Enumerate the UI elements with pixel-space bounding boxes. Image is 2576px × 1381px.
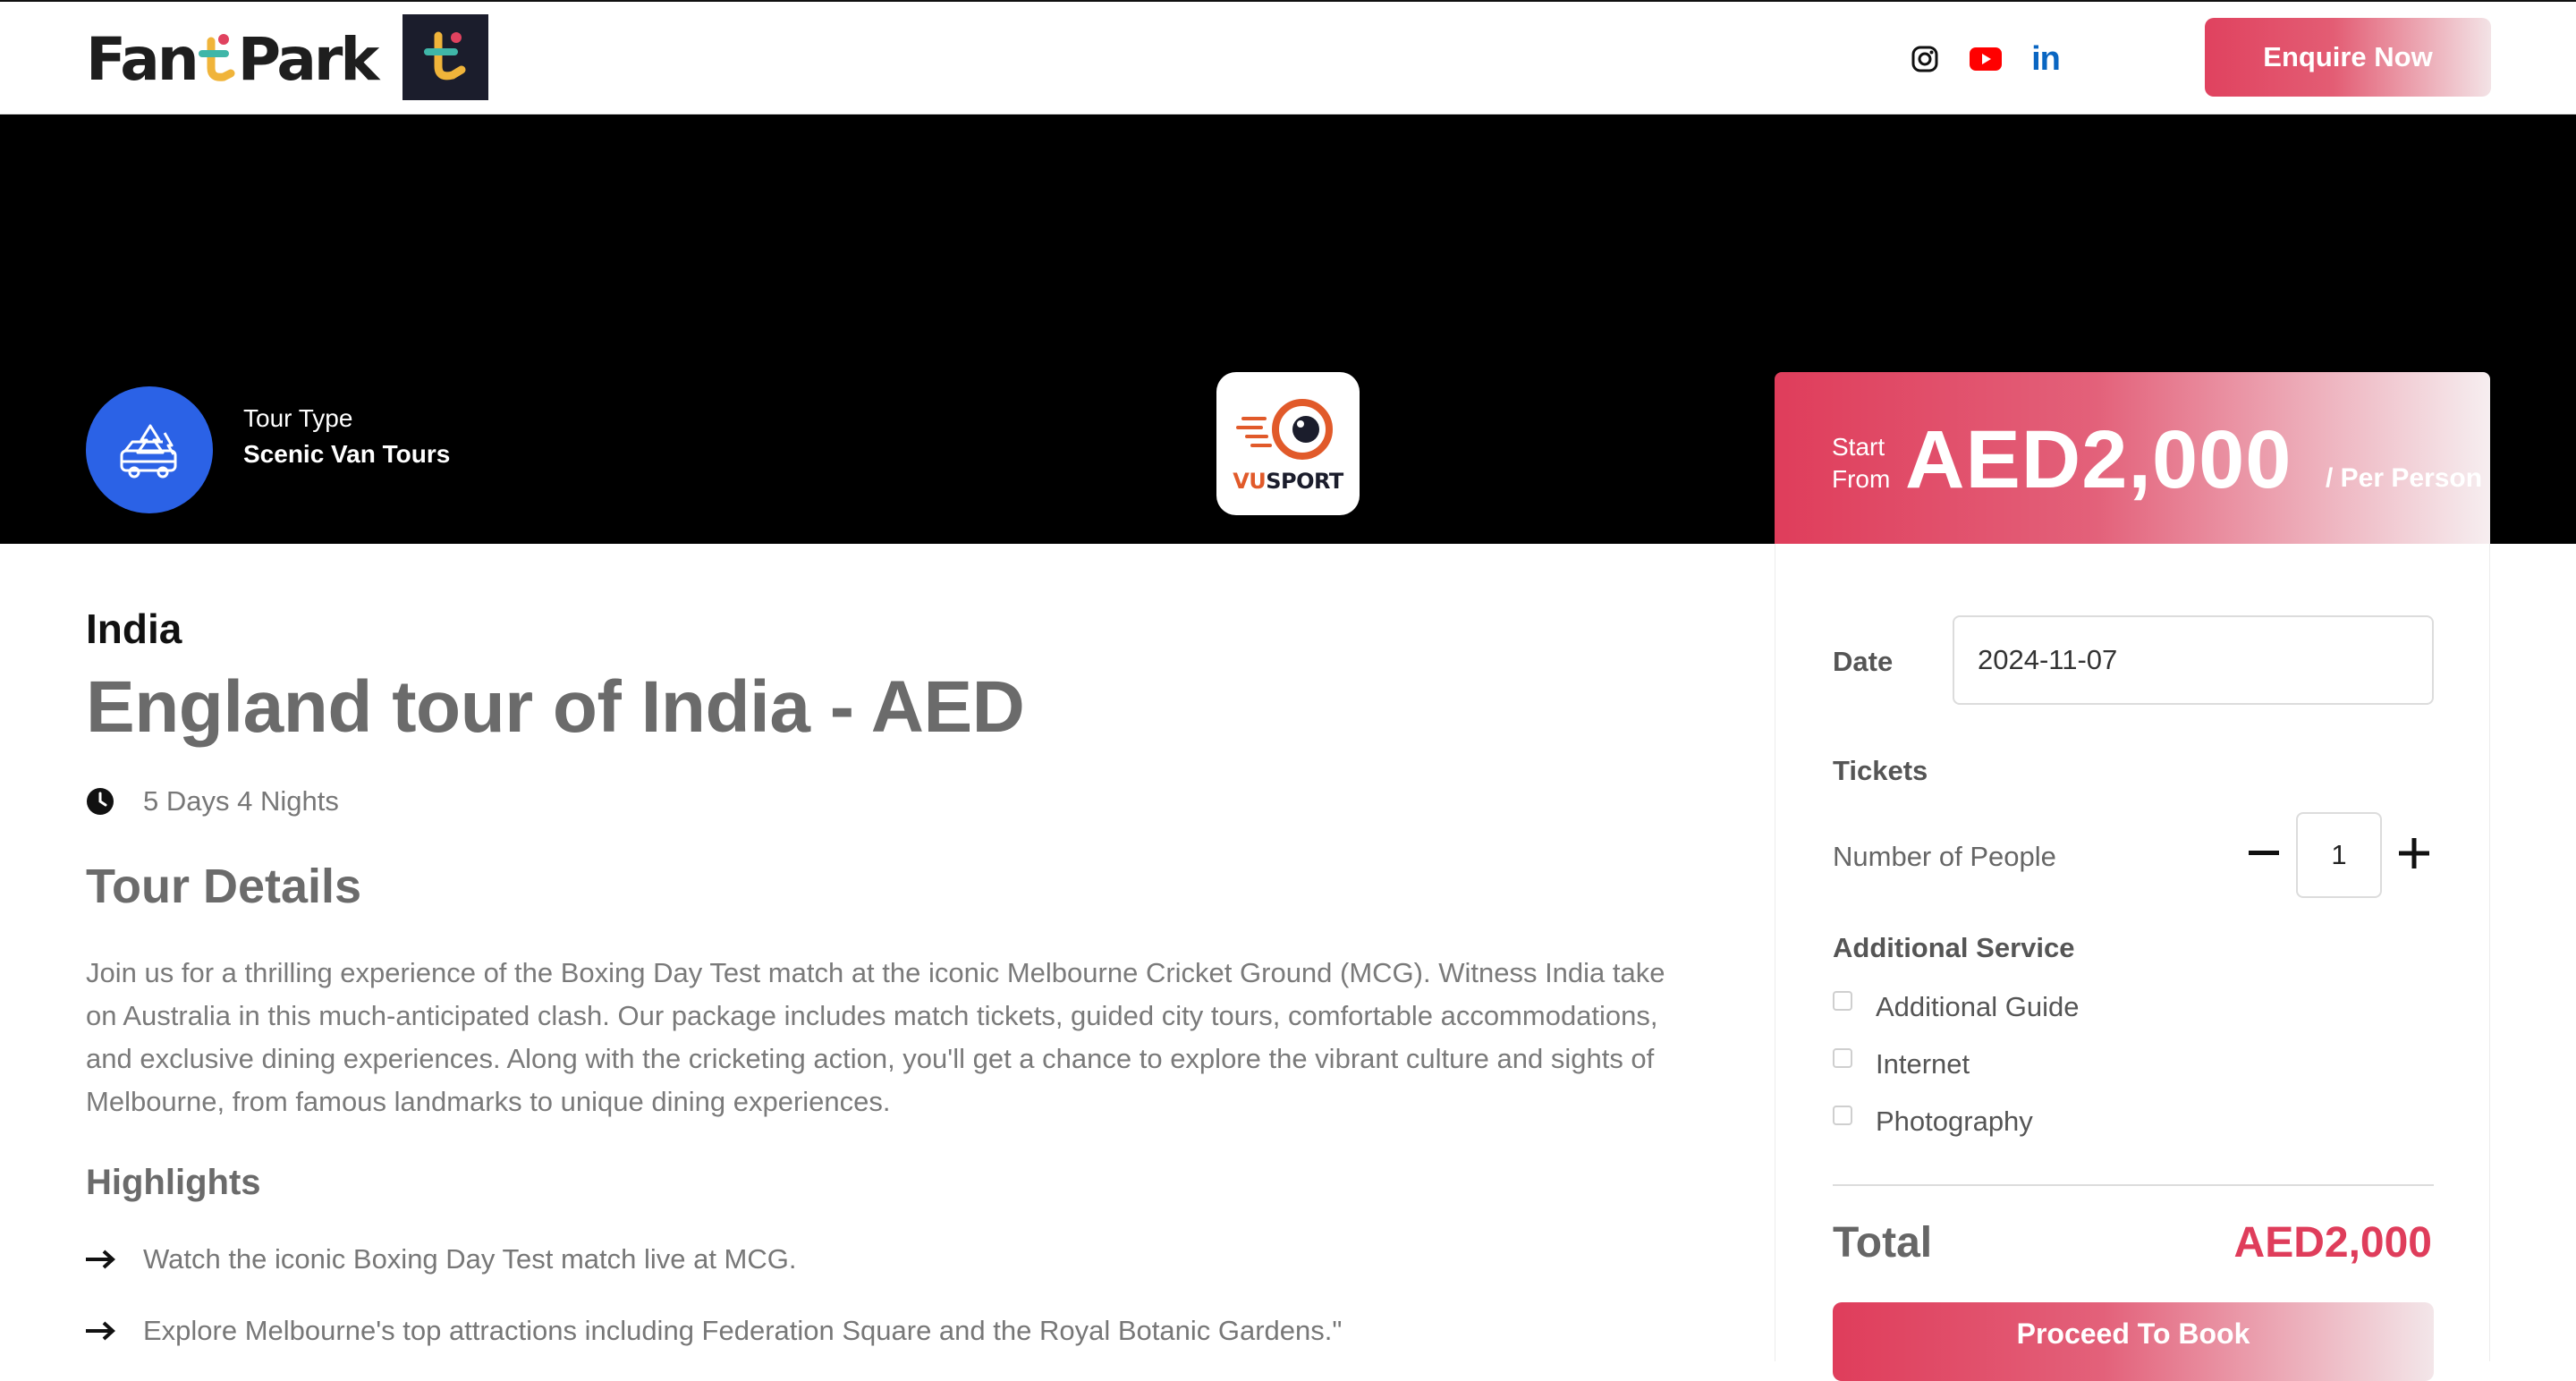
minus-icon xyxy=(2249,851,2279,855)
highlight-item: Watch the iconic Boxing Day Test match l… xyxy=(86,1243,797,1275)
brand-t-icon xyxy=(424,31,466,80)
site-header: Fan Park in Enquire Now xyxy=(0,0,2576,114)
people-quantity-input[interactable] xyxy=(2296,812,2382,898)
tour-duration: 5 Days 4 Nights xyxy=(143,785,339,817)
service-label: Internet xyxy=(1876,1048,1970,1080)
increase-people-button[interactable] xyxy=(2396,826,2432,880)
start-line-1: Start xyxy=(1832,433,1885,461)
date-input[interactable] xyxy=(1953,615,2434,705)
instagram-icon[interactable] xyxy=(1907,41,1943,77)
enquire-now-button[interactable]: Enquire Now xyxy=(2205,18,2491,97)
start-line-2: From xyxy=(1832,465,1891,493)
checkbox[interactable] xyxy=(1833,1048,1852,1068)
service-label: Additional Guide xyxy=(1876,991,2080,1022)
fantopark-logo[interactable]: Fan Park xyxy=(86,24,380,94)
vusport-wordmark: VUSPORT xyxy=(1233,469,1343,494)
highlight-text: Watch the iconic Boxing Day Test match l… xyxy=(143,1243,797,1275)
linkedin-icon[interactable]: in xyxy=(2028,40,2063,78)
logo-t-mark-icon xyxy=(198,32,236,86)
service-internet[interactable]: Internet xyxy=(1833,1046,1970,1082)
vusport-wordmark-sport: SPORT xyxy=(1266,469,1343,494)
service-label: Photography xyxy=(1876,1106,2033,1137)
checkbox[interactable] xyxy=(1833,1106,1852,1125)
total-label: Total xyxy=(1833,1219,1933,1267)
tour-title: England tour of India - AED xyxy=(86,666,1025,748)
divider xyxy=(1833,1184,2434,1186)
start-from-label: Start From xyxy=(1832,431,1890,496)
service-additional-guide[interactable]: Additional Guide xyxy=(1833,989,2080,1025)
clock-icon xyxy=(87,788,114,815)
highlights-heading: Highlights xyxy=(86,1163,261,1202)
scenic-van-icon xyxy=(86,386,213,513)
per-person-label: / Per Person xyxy=(2326,463,2483,493)
number-of-people-label: Number of People xyxy=(1833,841,2056,872)
country-label: India xyxy=(86,606,182,652)
vusport-wordmark-vu: VU xyxy=(1233,469,1267,494)
proceed-to-book-button[interactable]: Proceed To Book xyxy=(1833,1302,2434,1381)
tickets-label: Tickets xyxy=(1833,755,1928,786)
decrease-people-button[interactable] xyxy=(2246,826,2282,880)
price-header: Start From AED2,000 / Per Person xyxy=(1775,372,2490,544)
logo-text-right: Park xyxy=(237,24,380,94)
vusport-eye-icon xyxy=(1236,399,1333,460)
tour-details-heading: Tour Details xyxy=(86,860,362,913)
vusport-logo: VUSPORT xyxy=(1216,372,1360,515)
arrow-right-icon xyxy=(86,1321,115,1341)
checkbox[interactable] xyxy=(1833,991,1852,1011)
service-photography[interactable]: Photography xyxy=(1833,1104,2033,1140)
tour-details-text: Join us for a thrilling experience of th… xyxy=(86,957,1665,1117)
highlight-item: Explore Melbourne's top attractions incl… xyxy=(86,1315,1342,1347)
tour-type-label: Tour Type xyxy=(243,404,353,432)
price-amount: AED2,000 xyxy=(1905,414,2292,505)
youtube-icon[interactable] xyxy=(1968,41,2004,77)
brand-tile-logo[interactable] xyxy=(402,14,488,100)
arrow-right-icon xyxy=(86,1250,115,1269)
booking-panel: Date Tickets Number of People Additional… xyxy=(1775,544,2490,1381)
date-label: Date xyxy=(1833,646,1894,677)
highlight-text: Explore Melbourne's top attractions incl… xyxy=(143,1315,1343,1346)
total-value: AED2,000 xyxy=(2233,1219,2432,1267)
plus-icon xyxy=(2399,838,2429,868)
logo-text-left: Fan xyxy=(86,24,199,94)
additional-service-label: Additional Service xyxy=(1833,932,2075,963)
tour-type-value: Scenic Van Tours xyxy=(243,440,451,468)
